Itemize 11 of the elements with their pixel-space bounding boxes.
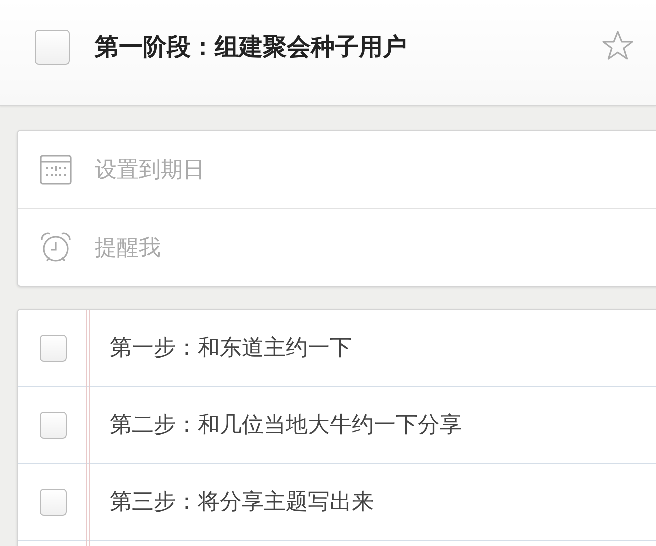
subtask-checkbox[interactable] [40, 488, 67, 516]
subtask-checkbox[interactable] [40, 334, 67, 362]
calendar-icon [40, 154, 72, 186]
subtask-text[interactable]: 第二步：和几位当地大牛约一下分享 [110, 410, 462, 440]
subtask-text[interactable]: 第一步：和东道主约一下 [110, 333, 352, 363]
subtask-text[interactable]: 第三步：将分享主题写出来 [110, 487, 374, 517]
alarm-clock-icon [40, 232, 72, 264]
subtask-checkbox[interactable] [40, 412, 67, 438]
task-checkbox[interactable] [35, 30, 70, 65]
task-title[interactable]: 第一阶段：组建聚会种子用户 [95, 30, 602, 64]
star-icon[interactable] [602, 30, 634, 62]
